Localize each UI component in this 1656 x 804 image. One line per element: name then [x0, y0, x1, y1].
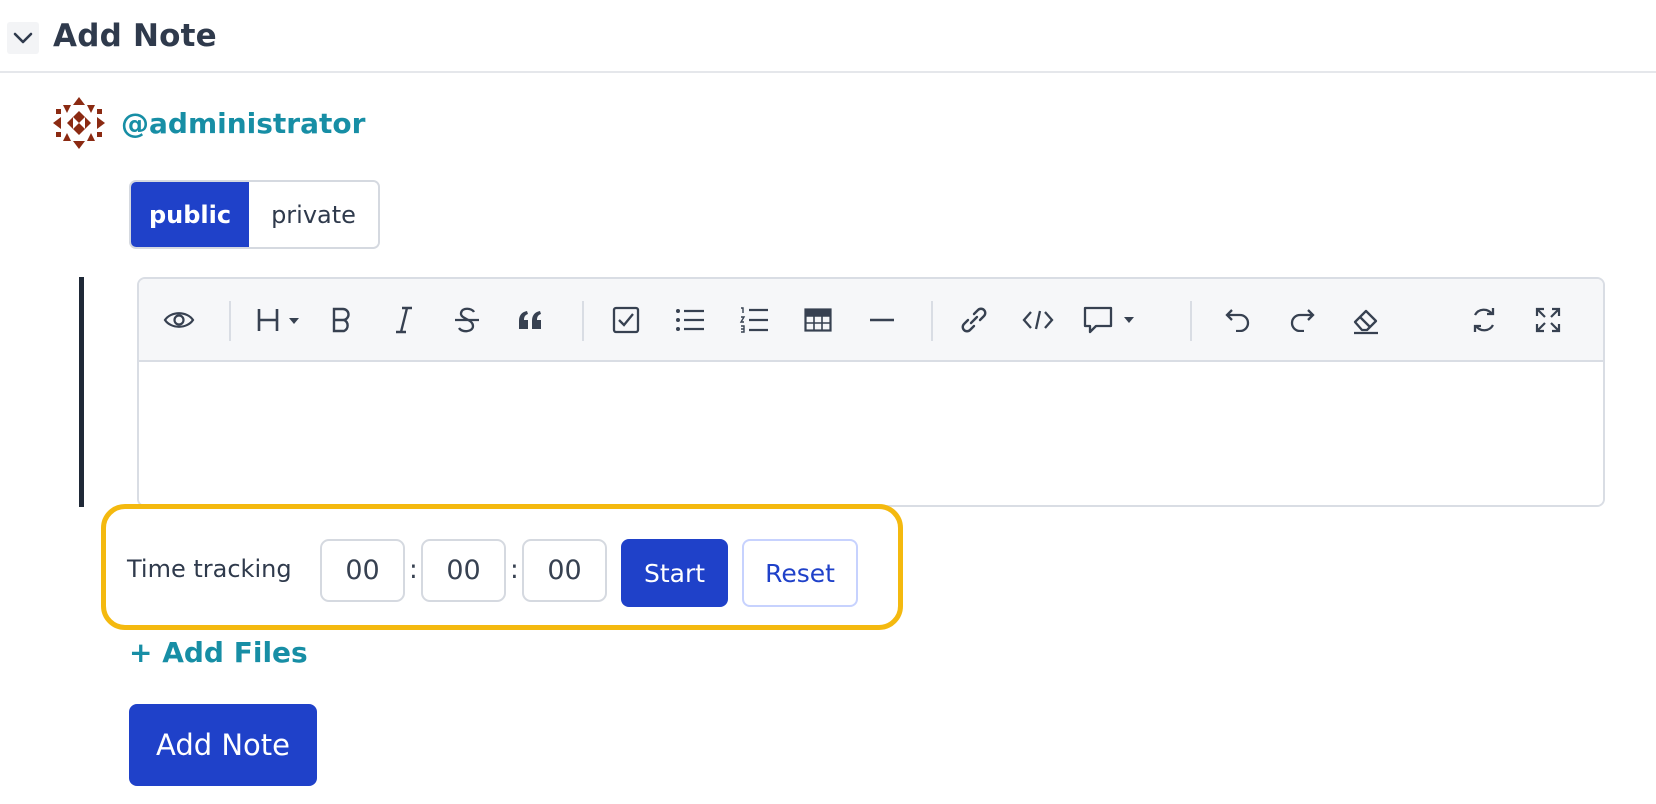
- code-icon: [1022, 309, 1054, 331]
- sync-icon: [1470, 305, 1498, 335]
- time-tracking-panel: Time tracking 00 : 00 : 00 Start Reset: [101, 504, 903, 630]
- strikethrough-icon: [453, 305, 481, 335]
- avatar[interactable]: [51, 95, 107, 151]
- quote-icon: [517, 309, 543, 331]
- add-note-button[interactable]: Add Note: [129, 704, 317, 786]
- time-tracking-label: Time tracking: [127, 555, 292, 583]
- minutes-input[interactable]: 00: [421, 539, 506, 602]
- visibility-toggle: public private: [129, 180, 380, 249]
- link-button[interactable]: [953, 299, 995, 341]
- page-title: Add Note: [53, 18, 217, 54]
- time-separator: :: [409, 555, 418, 585]
- hours-input[interactable]: 00: [320, 539, 405, 602]
- horizontal-rule-button[interactable]: [861, 299, 903, 341]
- italic-button[interactable]: [384, 299, 424, 341]
- editor-toolbar: [139, 279, 1603, 362]
- fullscreen-button[interactable]: [1527, 299, 1569, 341]
- note-author: @administrator: [51, 95, 365, 151]
- clear-format-icon: [1351, 305, 1381, 335]
- bullet-list-button[interactable]: [669, 299, 711, 341]
- numbered-list-button[interactable]: [733, 299, 775, 341]
- strikethrough-button[interactable]: [446, 299, 488, 341]
- section-header: Add Note: [0, 0, 1656, 73]
- task-list-icon: [612, 306, 640, 334]
- comment-button[interactable]: [1079, 299, 1143, 341]
- task-list-button[interactable]: [605, 299, 647, 341]
- seconds-input[interactable]: 00: [522, 539, 607, 602]
- italic-icon: [394, 306, 414, 334]
- table-button[interactable]: [797, 299, 839, 341]
- clear-format-button[interactable]: [1345, 299, 1387, 341]
- undo-button[interactable]: [1217, 299, 1259, 341]
- quote-button[interactable]: [509, 299, 551, 341]
- fullscreen-icon: [1534, 306, 1562, 334]
- add-files-link[interactable]: + Add Files: [129, 636, 308, 669]
- author-username[interactable]: @administrator: [121, 107, 365, 140]
- preview-icon: [163, 309, 195, 331]
- markdown-editor: [137, 277, 1605, 507]
- comment-icon: [1082, 305, 1140, 335]
- undo-icon: [1224, 308, 1252, 332]
- heading-icon: [255, 306, 303, 334]
- link-icon: [960, 306, 988, 334]
- horizontal-rule-icon: [868, 317, 896, 323]
- bold-button[interactable]: [322, 299, 362, 341]
- bullet-list-icon: [675, 308, 705, 332]
- numbered-list-icon: [739, 307, 769, 333]
- redo-icon: [1288, 308, 1316, 332]
- reset-timer-button[interactable]: Reset: [742, 539, 858, 607]
- start-timer-button[interactable]: Start: [621, 539, 728, 607]
- note-text-area[interactable]: [139, 362, 1603, 505]
- visibility-private-button[interactable]: private: [249, 182, 378, 247]
- preview-button[interactable]: [157, 299, 201, 341]
- code-button[interactable]: [1017, 299, 1059, 341]
- table-icon: [804, 308, 832, 332]
- collapse-button[interactable]: [7, 22, 39, 54]
- visibility-public-button[interactable]: public: [131, 182, 249, 247]
- bold-icon: [331, 307, 353, 333]
- redo-button[interactable]: [1281, 299, 1323, 341]
- editor-focus-bar: [79, 277, 84, 507]
- heading-button[interactable]: [253, 299, 305, 341]
- chevron-down-icon: [13, 29, 33, 48]
- time-separator: :: [510, 555, 519, 585]
- sync-button[interactable]: [1463, 299, 1505, 341]
